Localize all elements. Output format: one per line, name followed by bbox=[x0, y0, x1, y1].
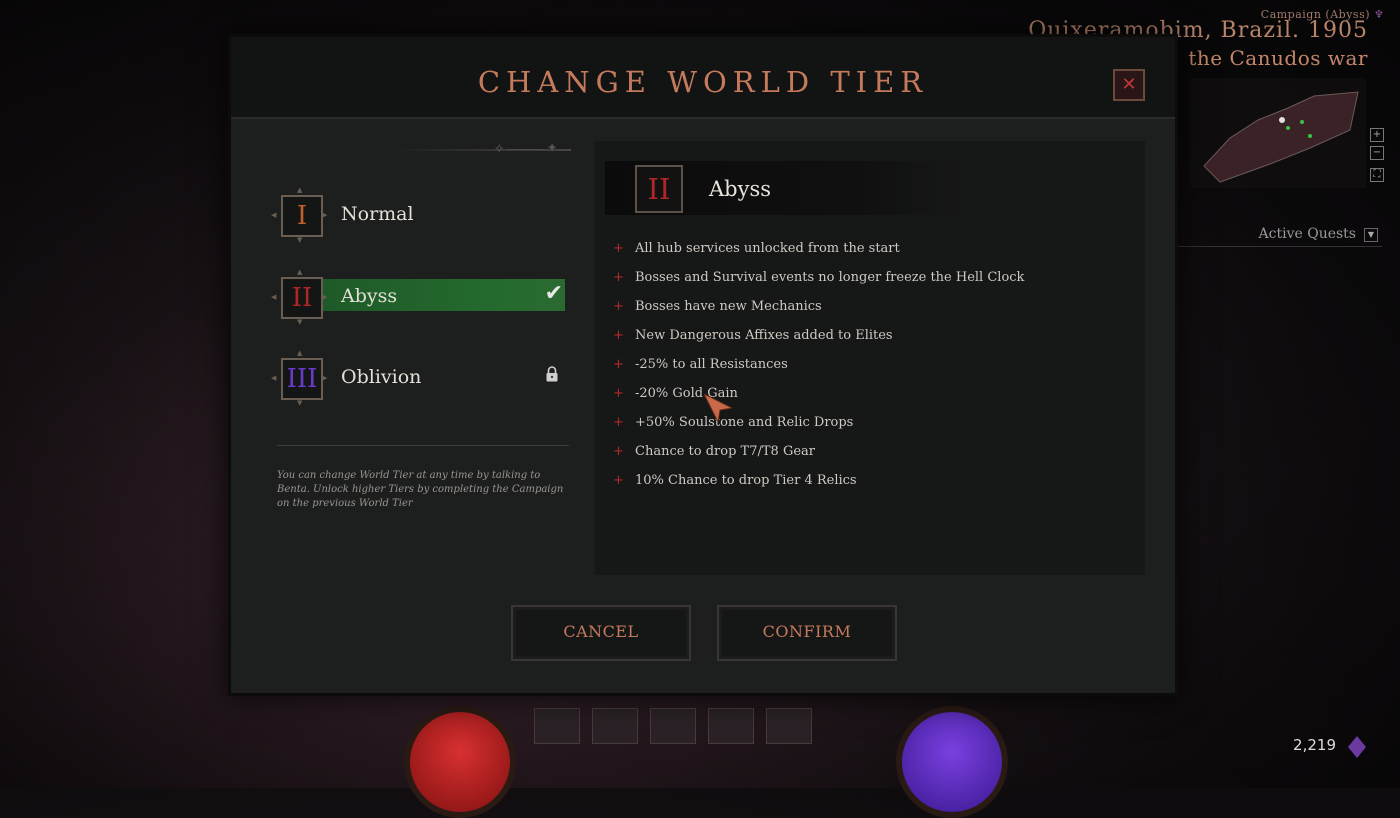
notch-icon: ◀ bbox=[271, 293, 277, 301]
feature-item: + New Dangerous Affixes added to Elites bbox=[613, 328, 893, 343]
plus-icon: + bbox=[613, 299, 624, 314]
checkmark-icon: ✔ bbox=[544, 281, 563, 306]
health-orb bbox=[404, 706, 516, 818]
skill-slot[interactable] bbox=[708, 708, 754, 744]
ornament-icon: ⟡⸻✦ bbox=[495, 141, 560, 156]
notch-icon: ▼ bbox=[297, 399, 303, 407]
detail-title: Abyss bbox=[709, 177, 772, 201]
divider bbox=[277, 445, 569, 446]
tier-numeral-badge: II bbox=[281, 277, 323, 319]
change-world-tier-dialog: CHANGE WORLD TIER ✕ ⟡⸻✦ I ▲ ▼ ◀ ▶ Normal… bbox=[228, 34, 1178, 696]
sublocation-title: the Canudos war bbox=[1188, 46, 1368, 70]
feature-item: + Chance to drop T7/T8 Gear bbox=[613, 444, 815, 459]
close-button[interactable]: ✕ bbox=[1113, 69, 1145, 101]
tier-name: Abyss bbox=[341, 285, 398, 307]
detail-numeral-badge: II bbox=[635, 165, 683, 213]
active-quests-toggle[interactable]: Active Quests ▼ bbox=[1170, 226, 1382, 247]
notch-icon: ◀ bbox=[271, 374, 277, 382]
chevron-down-icon[interactable]: ▼ bbox=[1364, 228, 1378, 242]
tier-numeral-badge: I bbox=[281, 195, 323, 237]
feature-item: + Bosses and Survival events no longer fr… bbox=[613, 270, 1025, 285]
feature-item: + Bosses have new Mechanics bbox=[613, 299, 822, 314]
plus-icon: + bbox=[613, 241, 624, 256]
notch-icon: ▲ bbox=[297, 349, 303, 357]
plus-icon: + bbox=[613, 270, 624, 285]
skill-slot[interactable] bbox=[766, 708, 812, 744]
soul-currency-count: 2,219 bbox=[1293, 736, 1336, 754]
plus-icon: + bbox=[613, 328, 624, 343]
notch-icon: ▲ bbox=[297, 186, 303, 194]
notch-icon: ▼ bbox=[297, 236, 303, 244]
skill-slot[interactable] bbox=[650, 708, 696, 744]
tier-option-oblivion[interactable]: III ▲ ▼ ◀ ▶ Oblivion bbox=[271, 349, 569, 407]
notch-icon: ▶ bbox=[322, 374, 328, 382]
notch-icon: ▲ bbox=[297, 268, 303, 276]
tier-numeral: II bbox=[291, 283, 313, 313]
lock-icon bbox=[546, 366, 558, 382]
skill-slot[interactable] bbox=[534, 708, 580, 744]
tier-numeral-badge: III bbox=[281, 358, 323, 400]
horns-icon: ♆ bbox=[1374, 8, 1384, 21]
tier-option-normal[interactable]: I ▲ ▼ ◀ ▶ Normal bbox=[271, 186, 569, 244]
tier-numeral: III bbox=[286, 364, 318, 394]
fullscreen-map-button[interactable]: ⛶ bbox=[1370, 168, 1384, 182]
confirm-button[interactable]: CONFIRM bbox=[717, 605, 897, 661]
zoom-out-button[interactable]: − bbox=[1370, 146, 1384, 160]
feature-item: + +50% Soulstone and Relic Drops bbox=[613, 415, 854, 430]
zoom-in-button[interactable]: + bbox=[1370, 128, 1384, 142]
mana-orb bbox=[896, 706, 1008, 818]
plus-icon: + bbox=[613, 473, 624, 488]
notch-icon: ▼ bbox=[297, 318, 303, 326]
feature-item: + All hub services unlocked from the star… bbox=[613, 241, 900, 256]
skill-slot[interactable] bbox=[592, 708, 638, 744]
plus-icon: + bbox=[613, 415, 624, 430]
dialog-title: CHANGE WORLD TIER bbox=[477, 65, 929, 99]
tier-name: Oblivion bbox=[341, 366, 422, 388]
notch-icon: ◀ bbox=[271, 211, 277, 219]
notch-icon: ▶ bbox=[322, 211, 328, 219]
feature-item: +10% Chance to drop Tier 4 Relics bbox=[613, 473, 857, 488]
tier-numeral: I bbox=[296, 201, 308, 231]
plus-icon: + bbox=[613, 386, 624, 401]
feature-item: + -25% to all Resistances bbox=[613, 357, 788, 372]
dialog-header: CHANGE WORLD TIER ✕ bbox=[231, 37, 1175, 119]
tier-option-abyss[interactable]: II ▲ ▼ ◀ ▶ Abyss ✔ bbox=[271, 268, 569, 326]
notch-icon: ▶ bbox=[322, 293, 328, 301]
cursor-icon bbox=[704, 394, 732, 422]
tier-name: Normal bbox=[341, 203, 414, 225]
minimap[interactable] bbox=[1190, 78, 1366, 188]
minimap-map bbox=[1203, 91, 1359, 183]
active-quests-label: Active Quests bbox=[1258, 226, 1356, 242]
tier-hint-text: You can change World Tier at any time by… bbox=[277, 470, 564, 509]
cancel-button[interactable]: CANCEL bbox=[511, 605, 691, 661]
plus-icon: + bbox=[613, 444, 624, 459]
detail-header: II Abyss bbox=[605, 161, 965, 215]
plus-icon: + bbox=[613, 357, 624, 372]
